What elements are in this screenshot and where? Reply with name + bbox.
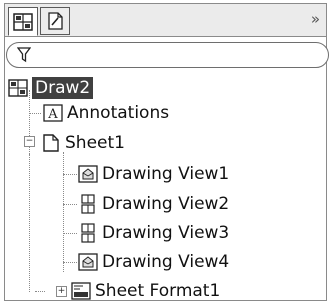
tree-connector (63, 152, 64, 272)
sheet-icon (41, 133, 61, 153)
tree-item-label: Drawing View3 (102, 223, 230, 243)
tree-connector (63, 233, 77, 234)
collapse-toggle[interactable]: − (24, 136, 35, 147)
tree-item-drawing-view3[interactable]: Drawing View3 (78, 221, 229, 245)
tree-connector (63, 174, 77, 175)
drawing-icon (8, 78, 28, 98)
tree-item-annotations[interactable]: A Annotations (43, 101, 169, 125)
tab-feature-manager[interactable] (8, 7, 38, 36)
filter-icon (16, 47, 32, 67)
projected-view-icon (78, 223, 98, 243)
projected-view-icon (78, 194, 98, 214)
tree-item-label: Sheet Format1 (95, 281, 221, 301)
tree-item-drawing-view4[interactable]: Drawing View4 (78, 250, 229, 274)
tree-item-sheet1[interactable]: Sheet1 (41, 131, 125, 155)
tree-item-label: Drawing View4 (102, 252, 230, 272)
sheet-format-icon (71, 281, 91, 301)
svg-text:A: A (47, 107, 58, 122)
tree-connector (63, 262, 77, 263)
tree-item-label: Draw2 (32, 77, 94, 99)
filter-box[interactable] (6, 42, 329, 68)
tab-property-manager[interactable] (40, 7, 70, 35)
annotation-icon: A (43, 103, 63, 123)
tree-connector (35, 291, 45, 292)
drawing-view-icon (78, 164, 98, 184)
tree-item-drawing-view1[interactable]: Drawing View1 (78, 162, 229, 186)
tree-connector (63, 204, 77, 205)
feature-tree-icon (13, 12, 33, 31)
feature-manager-panel: » Draw2 A Annotations − Sheet1 Drawing V… (4, 3, 329, 303)
tree-item-label: Drawing View1 (102, 164, 230, 184)
tree-connector (29, 113, 41, 114)
drawing-view-icon (78, 252, 98, 272)
property-manager-icon (48, 12, 63, 30)
tree-item-label: Drawing View2 (102, 194, 230, 214)
tree-item-drawing-view2[interactable]: Drawing View2 (78, 192, 229, 216)
tree-item-label: Annotations (67, 103, 170, 123)
collapse-panel-chevron-icon[interactable]: » (311, 10, 320, 28)
tree-item-draw2[interactable]: Draw2 (8, 76, 94, 100)
filter-input[interactable] (37, 45, 321, 67)
expand-toggle[interactable]: + (56, 286, 67, 297)
tree-connector (29, 154, 30, 292)
panel-tab-strip: » (5, 4, 326, 37)
tree-item-sheet-format1[interactable]: Sheet Format1 (71, 279, 220, 303)
tree-item-label: Sheet1 (65, 133, 125, 153)
